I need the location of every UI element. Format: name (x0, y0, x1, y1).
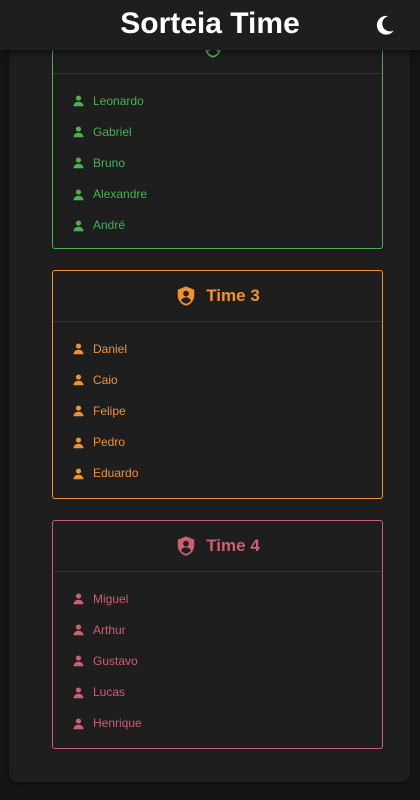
player-name: Bruno (93, 155, 126, 170)
player-item: Miguel (53, 583, 382, 614)
player-name: Gabriel (93, 124, 132, 139)
user-icon (73, 468, 84, 480)
player-name: Alexandre (93, 187, 148, 202)
user-icon (73, 405, 84, 417)
user-icon (73, 189, 84, 200)
team-header: Time 3 (53, 271, 382, 322)
player-item: Caio (53, 364, 382, 395)
team-card: Time 3 Daniel Caio Felipe Pedro Eduardo (52, 270, 383, 499)
app-title: Sorteia Time (120, 7, 300, 40)
team-header: Time 4 (53, 521, 382, 572)
user-icon (73, 718, 84, 730)
player-name: Felipe (93, 403, 126, 418)
player-list: Leonardo Gabriel Bruno Alexandre André (53, 74, 382, 241)
user-icon (73, 437, 84, 448)
user-icon (73, 126, 84, 138)
team-card: Time 4 Miguel Arthur Gustavo Lucas Henri… (52, 520, 383, 749)
content-panel: Leonardo Gabriel Bruno Alexandre André T… (9, 0, 410, 782)
player-item: André (53, 210, 382, 241)
player-item: Bruno (53, 147, 382, 178)
shield-icon (177, 536, 195, 556)
player-name: Gustavo (93, 653, 138, 668)
player-name: Pedro (93, 435, 126, 450)
team-card: Leonardo Gabriel Bruno Alexandre André (52, 22, 383, 249)
user-icon (73, 374, 84, 386)
user-icon (73, 655, 84, 667)
user-icon (73, 95, 84, 107)
app: Leonardo Gabriel Bruno Alexandre André T… (0, 0, 420, 800)
team-title: Time 3 (206, 286, 260, 305)
player-name: Leonardo (93, 93, 144, 108)
player-item: Gustavo (53, 645, 382, 676)
player-name: Henrique (93, 716, 142, 731)
player-list: Daniel Caio Felipe Pedro Eduardo (53, 322, 382, 489)
player-item: Henrique (53, 708, 382, 739)
app-header: Sorteia Time (0, 0, 420, 50)
moon-icon[interactable] (374, 13, 398, 37)
player-item: Felipe (53, 395, 382, 426)
shield-icon (177, 286, 195, 306)
player-item: Gabriel (53, 116, 382, 147)
team-title: Time 4 (206, 536, 260, 555)
player-item: Alexandre (53, 179, 382, 210)
player-name: Lucas (93, 685, 126, 700)
user-icon (73, 624, 84, 636)
player-name: Caio (93, 372, 118, 387)
player-item: Eduardo (53, 458, 382, 489)
user-icon (73, 687, 84, 698)
player-name: André (93, 218, 126, 233)
player-item: Arthur (53, 614, 382, 645)
player-item: Leonardo (53, 85, 382, 116)
player-name: Arthur (93, 622, 126, 637)
user-icon (73, 157, 84, 169)
user-icon (73, 343, 84, 355)
player-name: Miguel (93, 591, 129, 606)
user-icon (73, 593, 84, 605)
player-list: Miguel Arthur Gustavo Lucas Henrique (53, 572, 382, 739)
player-item: Daniel (53, 333, 382, 364)
player-item: Lucas (53, 677, 382, 708)
player-name: Eduardo (93, 466, 139, 481)
user-icon (73, 220, 84, 232)
player-name: Daniel (93, 341, 128, 356)
player-item: Pedro (53, 427, 382, 458)
